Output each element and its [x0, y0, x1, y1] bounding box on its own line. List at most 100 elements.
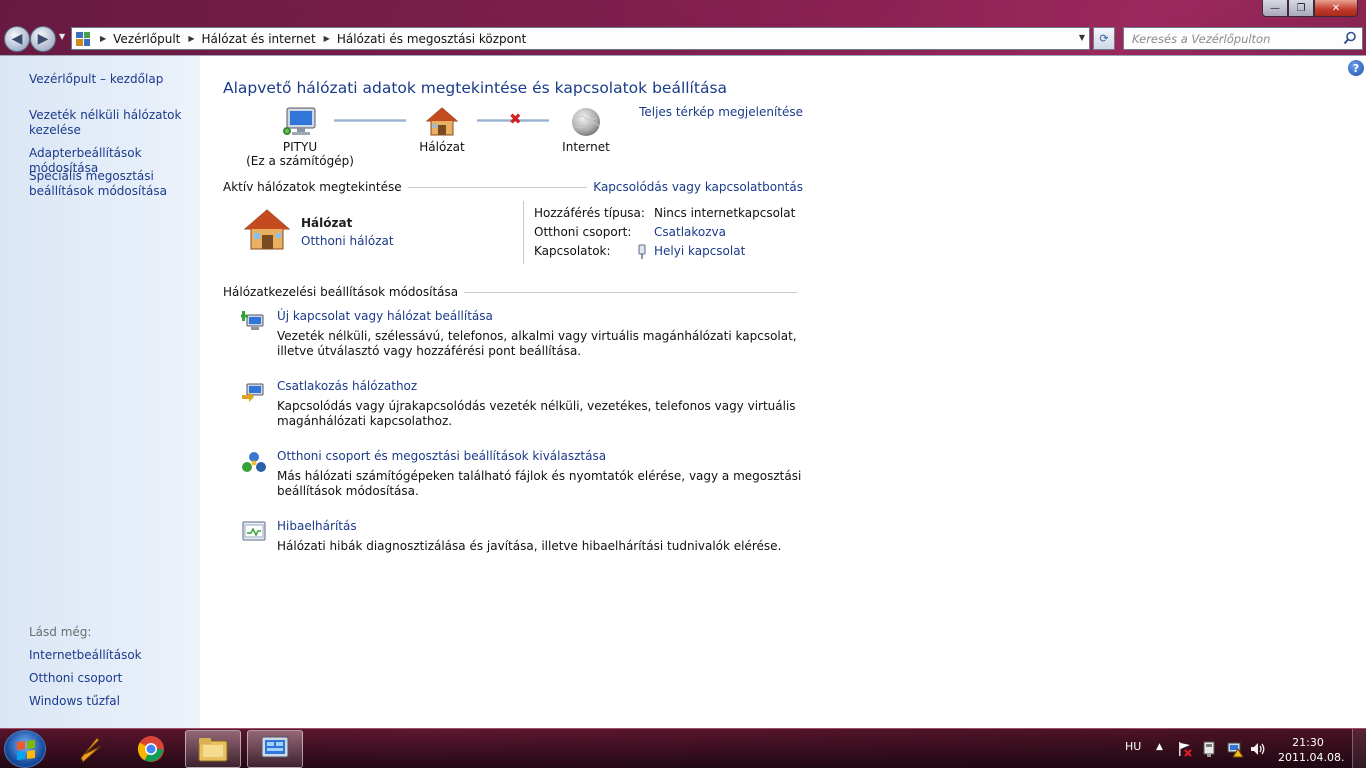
taskbar-control-panel[interactable] — [247, 730, 303, 768]
breadcrumb-separator-icon[interactable]: ▶ — [324, 34, 330, 43]
breadcrumb-network-sharing-center[interactable]: Hálózati és megosztási központ — [337, 32, 526, 46]
page-title: Alapvető hálózati adatok megtekintése és… — [223, 79, 728, 97]
caption-controls: — ❐ ✕ — [1262, 0, 1358, 18]
homegroup-sharing-link[interactable]: Otthoni csoport és megosztási beállításo… — [277, 449, 606, 463]
help-icon[interactable]: ? — [1348, 60, 1364, 76]
connect-network-icon — [242, 383, 264, 402]
computer-icon — [283, 107, 316, 135]
folder-icon — [198, 738, 228, 762]
access-type-label: Hozzáférés típusa: — [534, 206, 645, 220]
new-connection-description: Vezeték nélküli, szélessávú, telefonos, … — [277, 329, 797, 358]
taskbar: HU ▲ 21:30 2011.04.08. — [0, 728, 1366, 768]
windows-logo-icon — [17, 740, 35, 760]
address-bar[interactable]: ▶ Vezérlőpult ▶ Hálózat és internet ▶ Há… — [71, 27, 1090, 50]
chrome-icon — [137, 736, 164, 762]
map-internet-node[interactable]: Internet — [547, 106, 625, 154]
task-new-connection: Új kapcsolat vagy hálózat beállítása Vez… — [241, 309, 806, 359]
network-node-label: Hálózat — [419, 140, 465, 154]
task-troubleshoot: Hibaelhárítás Hálózati hibák diagnosztiz… — [241, 519, 806, 559]
new-connection-link[interactable]: Új kapcsolat vagy hálózat beállítása — [277, 309, 493, 323]
search-icon[interactable] — [1343, 31, 1357, 45]
computer-name: PITYU — [282, 140, 318, 154]
minimize-button[interactable]: — — [1262, 0, 1288, 17]
local-connection-link[interactable]: Helyi kapcsolat — [654, 244, 745, 258]
maximize-button[interactable]: ❐ — [1288, 0, 1314, 17]
map-network-node[interactable]: Hálózat — [403, 106, 481, 154]
access-type-value: Nincs internetkapcsolat — [654, 206, 796, 220]
full-map-link[interactable]: Teljes térkép megjelenítése — [639, 105, 803, 119]
forward-button[interactable]: ▶ — [30, 26, 56, 52]
sidebar-item-control-panel-home[interactable]: Vezérlőpult – kezdőlap — [29, 72, 199, 87]
settings-header: Hálózatkezelési beállítások módosítása — [223, 285, 803, 299]
computer-subtitle: (Ez a számítógép) — [246, 154, 354, 168]
search-input[interactable]: Keresés a Vezérlőpulton — [1123, 27, 1363, 50]
troubleshoot-description: Hálózati hibák diagnosztizálása és javít… — [277, 539, 782, 553]
map-computer-node[interactable]: PITYU (Ez a számítógép) — [245, 106, 355, 168]
usb-device-icon[interactable] — [1201, 740, 1217, 758]
breadcrumb-network-internet[interactable]: Hálózat és internet — [202, 32, 316, 46]
settings-heading: Hálózatkezelési beállítások módosítása — [223, 285, 459, 299]
sidebar-item-manage-wireless[interactable]: Vezeték nélküli hálózatok kezelése — [29, 108, 199, 138]
task-connect-network: Csatlakozás hálózathoz Kapcsolódás vagy … — [241, 379, 806, 429]
back-button[interactable]: ◀ — [4, 26, 30, 52]
connect-network-description: Kapcsolódás vagy újrakapcsolódás vezeték… — [277, 399, 796, 428]
taskbar-chrome[interactable] — [123, 730, 179, 768]
system-clock[interactable]: 21:30 2011.04.08. — [1278, 735, 1345, 765]
sidebar: Vezérlőpult – kezdőlap Vezeték nélküli h… — [0, 56, 200, 729]
home-network-icon — [243, 209, 291, 250]
connect-disconnect-link[interactable]: Kapcsolódás vagy kapcsolatbontás — [593, 180, 803, 194]
disconnected-x-icon: ✖ — [509, 110, 522, 128]
search-placeholder: Keresés a Vezérlőpulton — [1132, 31, 1271, 46]
connections-label: Kapcsolatok: — [534, 244, 611, 258]
see-also-windows-firewall[interactable]: Windows tűzfal — [29, 694, 199, 709]
active-network-name: Hálózat — [301, 216, 353, 230]
control-panel-icon — [76, 31, 90, 46]
recent-pages-dropdown-icon[interactable]: ▼ — [59, 32, 65, 41]
troubleshoot-link[interactable]: Hibaelhárítás — [277, 519, 357, 533]
breadcrumb-separator-icon[interactable]: ▶ — [100, 34, 106, 43]
clock-date: 2011.04.08. — [1278, 751, 1345, 764]
homegroup-label: Otthoni csoport: — [534, 225, 632, 239]
connect-network-link[interactable]: Csatlakozás hálózathoz — [277, 379, 417, 393]
control-panel-icon — [261, 736, 289, 758]
show-desktop-button[interactable] — [1352, 729, 1366, 768]
homegroup-sharing-description: Más hálózati számítógépeken található fá… — [277, 469, 802, 498]
task-homegroup-sharing: Otthoni csoport és megosztási beállításo… — [241, 449, 806, 499]
section-divider — [407, 186, 588, 188]
action-center-flag-icon[interactable] — [1177, 741, 1193, 757]
see-also-heading: Lásd még: — [29, 625, 92, 639]
sidebar-item-advanced-sharing[interactable]: Speciális megosztási beállítások módosít… — [29, 169, 199, 199]
taskbar-winamp[interactable] — [62, 730, 118, 768]
see-also-homegroup[interactable]: Otthoni csoport — [29, 671, 199, 686]
close-button[interactable]: ✕ — [1314, 0, 1358, 17]
breadcrumb-separator-icon[interactable]: ▶ — [188, 34, 194, 43]
homegroup-icon — [242, 452, 266, 472]
homegroup-link[interactable]: Csatlakozva — [654, 225, 726, 239]
globe-icon — [572, 108, 600, 136]
troubleshoot-icon — [242, 521, 266, 541]
refresh-button[interactable]: ⟳ — [1093, 27, 1115, 50]
control-panel-window: — ❐ ✕ ◀ ▶ ▼ ▶ Vezérlőpult ▶ Hálózat és i… — [0, 0, 1366, 729]
volume-icon[interactable] — [1250, 741, 1266, 757]
vertical-divider — [523, 201, 524, 264]
network-type-link[interactable]: Otthoni hálózat — [301, 234, 394, 248]
winamp-icon — [80, 737, 102, 763]
language-indicator[interactable]: HU — [1125, 740, 1141, 753]
show-hidden-icons-arrow[interactable]: ▲ — [1156, 742, 1163, 752]
taskbar-explorer[interactable] — [185, 730, 241, 768]
see-also-internet-options[interactable]: Internetbeállítások — [29, 648, 199, 663]
section-divider — [464, 291, 797, 293]
start-button[interactable] — [4, 730, 46, 768]
active-networks-heading: Aktív hálózatok megtekintése — [223, 180, 402, 194]
connection-line — [334, 119, 406, 122]
internet-node-label: Internet — [562, 140, 610, 154]
clock-time: 21:30 — [1292, 736, 1324, 749]
address-dropdown-icon[interactable]: ▼ — [1079, 33, 1085, 42]
main-panel: Alapvető hálózati adatok megtekintése és… — [223, 56, 805, 729]
network-warning-icon[interactable] — [1226, 740, 1244, 758]
ethernet-plug-icon — [638, 244, 646, 259]
navigation-bar: ◀ ▶ ▼ ▶ Vezérlőpult ▶ Hálózat és interne… — [0, 22, 1366, 54]
content-area: Vezérlőpult – kezdőlap Vezeték nélküli h… — [0, 55, 1366, 729]
active-networks-header: Aktív hálózatok megtekintése Kapcsolódás… — [223, 180, 803, 194]
breadcrumb-control-panel[interactable]: Vezérlőpult — [113, 32, 180, 46]
